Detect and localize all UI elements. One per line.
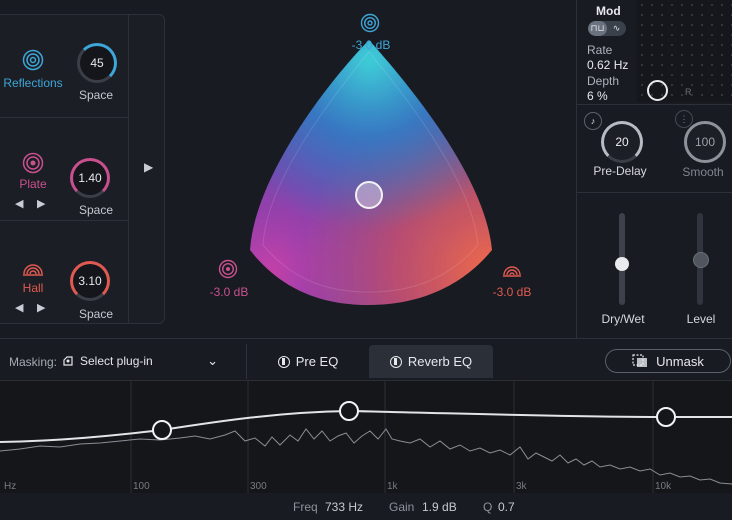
power-icon — [277, 355, 290, 368]
power-icon — [389, 355, 402, 368]
freq-label: Freq — [293, 500, 318, 514]
gain-label: Gain — [389, 500, 415, 514]
freq-tick-label: 100 — [133, 481, 150, 492]
dry-wet-fader-handle[interactable] — [615, 256, 629, 271]
freq-value[interactable]: 733 Hz — [325, 500, 363, 514]
panel-divider — [128, 15, 129, 323]
plate-arrows: ◀ ▶ — [15, 197, 59, 210]
gain-value[interactable]: 1.9 dB — [422, 500, 457, 514]
plate-space-knob[interactable]: 1.40 — [70, 158, 110, 198]
predelay-label: Pre-Delay — [593, 164, 647, 178]
plate-icon — [22, 152, 44, 174]
divider — [576, 192, 732, 193]
eq-band-3-handle[interactable] — [656, 407, 676, 427]
plate-label: Plate — [19, 177, 47, 191]
dry-wet-label: Dry/Wet — [601, 312, 645, 326]
tab-reverb-eq-label: Reverb EQ — [407, 354, 473, 369]
xy-pad-handle[interactable] — [647, 80, 668, 101]
plate-icon — [218, 259, 238, 279]
plate-prev-button[interactable]: ◀ — [15, 197, 37, 210]
eq-status-bar: Freq 733 Hz Gain 1.9 dB Q 0.7 — [0, 494, 732, 520]
hall-label: Hall — [22, 281, 44, 295]
chevron-down-icon: ⌄ — [207, 353, 218, 368]
level-fader-handle[interactable] — [693, 252, 709, 268]
tab-reverb-eq[interactable]: Reverb EQ — [369, 345, 493, 378]
eq-curve[interactable] — [0, 409, 732, 443]
reflections-space-knob[interactable]: 45 — [77, 43, 117, 83]
reflections-label: Reflections — [3, 76, 63, 90]
divider — [576, 104, 732, 105]
predelay-knob[interactable]: 20 — [601, 121, 643, 163]
hall-level: -3.0 dB — [492, 285, 532, 299]
freq-tick-label: 300 — [250, 481, 267, 492]
eq-graph[interactable] — [0, 381, 732, 493]
hall-icon — [23, 264, 43, 276]
mod-waveform-toggle[interactable]: ⊓⊔ ∿ — [588, 21, 626, 36]
unmask-label: Unmask — [656, 353, 704, 369]
plugin-select-value: Select plug-in — [80, 354, 153, 368]
freq-tick-label: 3k — [516, 481, 527, 492]
reflections-icon — [360, 13, 380, 33]
freq-tick-label: 10k — [655, 481, 672, 492]
smooth-knob[interactable]: 100 — [684, 121, 726, 163]
blend-handle[interactable] — [355, 181, 383, 209]
hall-icon — [503, 266, 521, 277]
freq-tick-label: Hz — [4, 481, 17, 492]
hall-space-knob[interactable]: 3.10 — [70, 261, 110, 301]
sine-wave-icon[interactable]: ∿ — [607, 21, 626, 36]
eq-band-2-handle[interactable] — [339, 401, 359, 421]
hall-next-button[interactable]: ▶ — [37, 301, 59, 314]
unmask-icon — [632, 354, 648, 367]
eq-display[interactable] — [0, 380, 732, 493]
plate-space-label: Space — [78, 203, 114, 217]
source-reflections: Reflections 45 Space — [0, 15, 128, 117]
source-plate: Plate ◀ ▶ 1.40 Space — [0, 118, 128, 221]
rate-value[interactable]: 0.62 Hz — [587, 58, 628, 72]
depth-label: Depth — [587, 74, 620, 88]
expand-arrow-button[interactable]: ▶ — [144, 160, 153, 174]
q-value[interactable]: 0.7 — [498, 500, 515, 514]
tab-pre-eq-label: Pre EQ — [295, 354, 339, 369]
hall-arrows: ◀ ▶ — [15, 301, 59, 314]
plugin-icon — [63, 356, 73, 366]
freq-tick-label: 1k — [387, 481, 398, 492]
reflections-icon — [22, 49, 44, 71]
hall-space-label: Space — [78, 307, 114, 321]
square-wave-icon[interactable]: ⊓⊔ — [588, 21, 607, 36]
reflections-space-label: Space — [78, 88, 114, 102]
masking-label: Masking: — [9, 355, 58, 369]
divider — [0, 338, 732, 339]
plate-next-button[interactable]: ▶ — [37, 197, 59, 210]
unmask-button[interactable]: Unmask — [605, 349, 731, 373]
r-label: R — [685, 87, 692, 97]
tempo-sync-note-icon[interactable]: ♪ — [584, 112, 602, 130]
eq-band-1-handle[interactable] — [152, 420, 172, 440]
rate-label: Rate — [587, 43, 613, 57]
plugin-select[interactable]: Select plug-in ⌄ — [62, 349, 222, 373]
right-divider — [576, 0, 577, 338]
level-label: Level — [686, 312, 716, 326]
source-hall: Hall ◀ ▶ 3.10 Space — [0, 221, 128, 323]
hall-prev-button[interactable]: ◀ — [15, 301, 37, 314]
source-panel: Reflections 45 Space Plate ◀ ▶ 1.40 Space… — [0, 14, 165, 324]
plate-level: -3.0 dB — [209, 285, 249, 299]
q-label: Q — [483, 500, 493, 514]
spectrum-line — [0, 428, 732, 485]
tab-pre-eq[interactable]: Pre EQ — [247, 345, 369, 378]
reflections-level: -3.0 dB — [351, 38, 391, 52]
mod-title: Mod — [596, 4, 621, 18]
smooth-label: Smooth — [682, 165, 724, 179]
eq-grid — [130, 381, 654, 493]
depth-value[interactable]: 6 % — [587, 89, 608, 103]
